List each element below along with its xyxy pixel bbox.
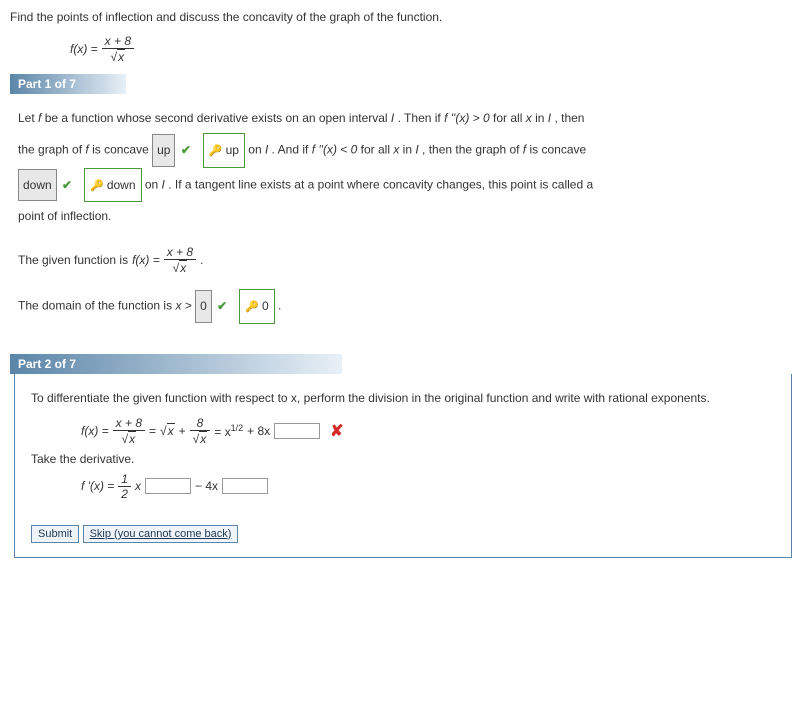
skip-button[interactable]: Skip (you cannot come back) <box>83 525 239 543</box>
fprime-label: f '(x) = <box>81 479 114 493</box>
p1-text: on <box>145 177 162 191</box>
plus: + <box>179 424 186 438</box>
p1-text: . If a tangent line exists at a point wh… <box>168 177 593 191</box>
fraction: x + 8 x <box>164 245 196 275</box>
p1-text: in <box>403 142 416 156</box>
p1-text: is concave <box>92 142 152 156</box>
p1-text: for all <box>493 111 526 125</box>
checkmark-icon: ✔ <box>62 171 72 200</box>
p1-cond1: f ''(x) > 0 <box>444 111 490 125</box>
p1-text: be a function whose second derivative ex… <box>45 111 391 125</box>
equals-x: = x1/2 <box>214 423 243 439</box>
key-answer-down: 🔑down <box>84 168 141 203</box>
key-icon: 🔑 <box>209 138 223 164</box>
fx-label: f(x) = <box>70 42 98 56</box>
exp-input-3[interactable] <box>222 478 268 494</box>
part1-content: Let f be a function whose second derivat… <box>10 94 792 334</box>
domain-label: The domain of the function is <box>18 299 175 313</box>
p1-text: . Then if <box>398 111 444 125</box>
part2-header: Part 2 of 7 <box>10 354 342 374</box>
domain-var: x > <box>175 299 195 313</box>
question-prompt: Find the points of inflection and discus… <box>10 10 792 64</box>
p1-text: for all <box>361 142 394 156</box>
fraction: 8 x <box>190 416 211 446</box>
p1-text: . And if <box>272 142 312 156</box>
numerator: 8 <box>190 416 211 431</box>
half-fraction: 1 2 <box>118 472 131 501</box>
p1-text: the graph of <box>18 142 85 156</box>
answer-box-up: up <box>152 134 175 167</box>
fraction: x + 8 x <box>113 416 145 446</box>
minus-4x: − 4x <box>195 479 218 493</box>
submit-button[interactable]: Submit <box>31 525 79 543</box>
period: . <box>278 299 281 313</box>
denominator: x <box>113 431 145 446</box>
plus-8x: + 8x <box>247 424 270 438</box>
p1-text: is concave <box>529 142 586 156</box>
numerator: x + 8 <box>113 416 145 431</box>
x-letter: x <box>135 479 141 493</box>
key-answer-domain: 🔑0 <box>239 289 274 324</box>
period: . <box>200 253 203 267</box>
checkmark-icon: ✔ <box>217 292 227 321</box>
exp-input-2[interactable] <box>145 478 191 494</box>
denominator: x <box>102 49 134 64</box>
part2-content: To differentiate the given function with… <box>14 374 792 558</box>
sqrt-x: x <box>160 423 175 438</box>
equals: = <box>149 424 156 438</box>
exp-input-1[interactable] <box>274 423 320 439</box>
p1-cond2: f ''(x) < 0 <box>312 142 358 156</box>
numerator: x + 8 <box>164 245 196 260</box>
p1-text: point of inflection. <box>18 209 111 223</box>
p1-text: in <box>535 111 548 125</box>
numerator: x + 8 <box>102 34 134 49</box>
denominator: x <box>190 431 211 446</box>
p1-text: , then <box>554 111 584 125</box>
p2-instr: To differentiate the given function with… <box>31 388 775 410</box>
numerator: 1 <box>118 472 131 487</box>
denominator: x <box>164 260 196 275</box>
key-icon: 🔑 <box>245 294 259 320</box>
fraction: x + 8 x <box>102 34 134 64</box>
key-icon: 🔑 <box>90 173 104 199</box>
answer-box-down: down <box>18 169 57 202</box>
key-answer-up: 🔑up <box>203 133 245 168</box>
fx-label: f(x) = <box>81 424 109 438</box>
fx-label: f(x) = <box>132 253 160 267</box>
p1-text: , then the graph of <box>422 142 523 156</box>
denominator: 2 <box>118 487 131 501</box>
p1-text: on <box>248 142 265 156</box>
x-icon: ✘ <box>330 421 343 441</box>
part1-header: Part 1 of 7 <box>10 74 126 94</box>
take-derivative-label: Take the derivative. <box>31 452 775 466</box>
prompt-text: Find the points of inflection and discus… <box>10 10 792 24</box>
answer-box-domain: 0 <box>195 290 212 323</box>
p1-text: Let <box>18 111 38 125</box>
given-label: The given function is <box>18 253 128 267</box>
checkmark-icon: ✔ <box>181 136 191 165</box>
